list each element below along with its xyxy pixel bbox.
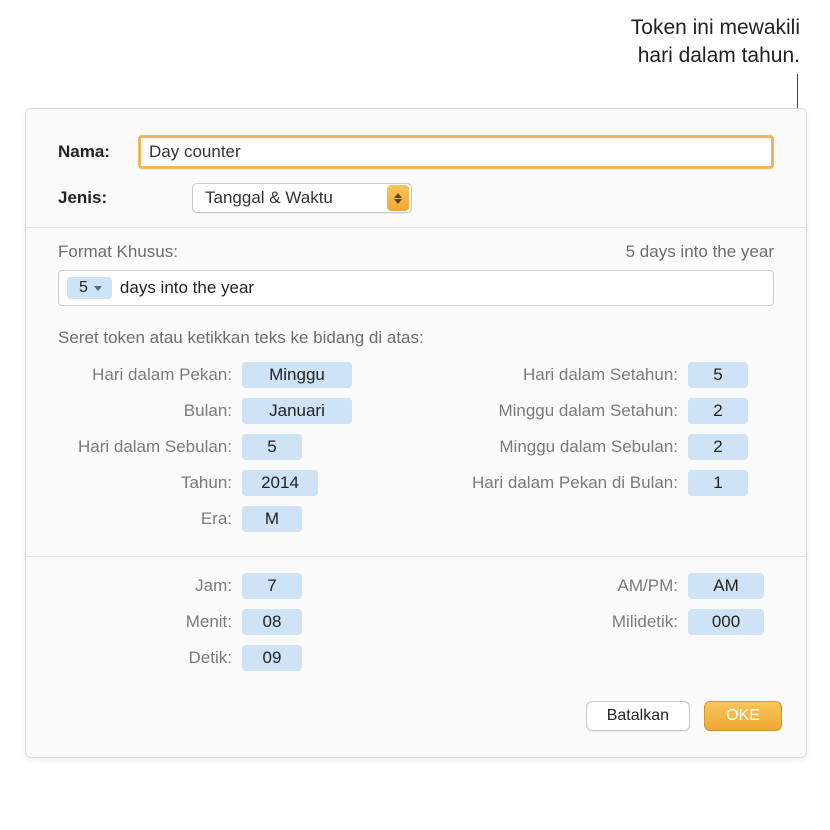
cancel-button[interactable]: Batalkan <box>586 701 690 731</box>
token-dom[interactable]: 5 <box>242 434 302 460</box>
token-label-doy: Hari dalam Setahun: <box>436 365 688 385</box>
ok-button[interactable]: OKE <box>704 701 782 731</box>
token-ampm[interactable]: AM <box>688 573 764 599</box>
button-row: Batalkan OKE <box>26 691 806 757</box>
token-label-minute: Menit: <box>58 612 242 632</box>
token-dow[interactable]: Minggu <box>242 362 352 388</box>
token-label-dpb: Hari dalam Pekan di Bulan: <box>436 473 688 493</box>
stepper-icon <box>387 185 409 211</box>
format-token-doy[interactable]: 5 <box>67 277 112 299</box>
token-label-month: Bulan: <box>58 401 242 421</box>
token-ms[interactable]: 000 <box>688 609 764 635</box>
token-label-year: Tahun: <box>58 473 242 493</box>
custom-format-dialog: Nama: Jenis: Tanggal & Waktu Format Khus… <box>25 108 807 758</box>
token-second[interactable]: 09 <box>242 645 302 671</box>
type-select[interactable]: Tanggal & Waktu <box>192 183 412 213</box>
format-preview: 5 days into the year <box>626 242 774 262</box>
token-dpb[interactable]: 1 <box>688 470 748 496</box>
token-label-second: Detik: <box>58 648 242 668</box>
token-label-hour: Jam: <box>58 576 242 596</box>
type-select-value: Tanggal & Waktu <box>205 188 385 208</box>
type-label: Jenis: <box>58 188 138 208</box>
token-label-woy: Minggu dalam Setahun: <box>436 401 688 421</box>
header-section: Nama: Jenis: Tanggal & Waktu <box>26 109 806 227</box>
token-year[interactable]: 2014 <box>242 470 318 496</box>
chevron-down-icon <box>94 286 102 291</box>
format-tail-text: days into the year <box>120 278 254 298</box>
token-era[interactable]: M <box>242 506 302 532</box>
drag-hint: Seret token atau ketikkan teks ke bidang… <box>58 328 774 348</box>
callout-text: Token ini mewakili hari dalam tahun. <box>631 14 800 71</box>
token-label-era: Era: <box>58 509 242 529</box>
token-woy[interactable]: 2 <box>688 398 748 424</box>
format-label: Format Khusus: <box>58 242 178 262</box>
format-input[interactable]: 5 days into the year <box>58 270 774 306</box>
token-label-dow: Hari dalam Pekan: <box>58 365 242 385</box>
token-label-dom: Hari dalam Sebulan: <box>58 437 242 457</box>
name-input[interactable] <box>138 135 774 169</box>
token-wom[interactable]: 2 <box>688 434 748 460</box>
token-month[interactable]: Januari <box>242 398 352 424</box>
token-doy[interactable]: 5 <box>688 362 748 388</box>
name-label: Nama: <box>58 142 138 162</box>
token-minute[interactable]: 08 <box>242 609 302 635</box>
token-hour[interactable]: 7 <box>242 573 302 599</box>
token-label-ampm: AM/PM: <box>436 576 688 596</box>
token-label-ms: Milidetik: <box>436 612 688 632</box>
token-label-wom: Minggu dalam Sebulan: <box>436 437 688 457</box>
format-section: Format Khusus: 5 days into the year 5 da… <box>26 227 806 556</box>
time-section: Jam:7Menit:08Detik:09 AM/PM:AMMilidetik:… <box>26 556 806 691</box>
